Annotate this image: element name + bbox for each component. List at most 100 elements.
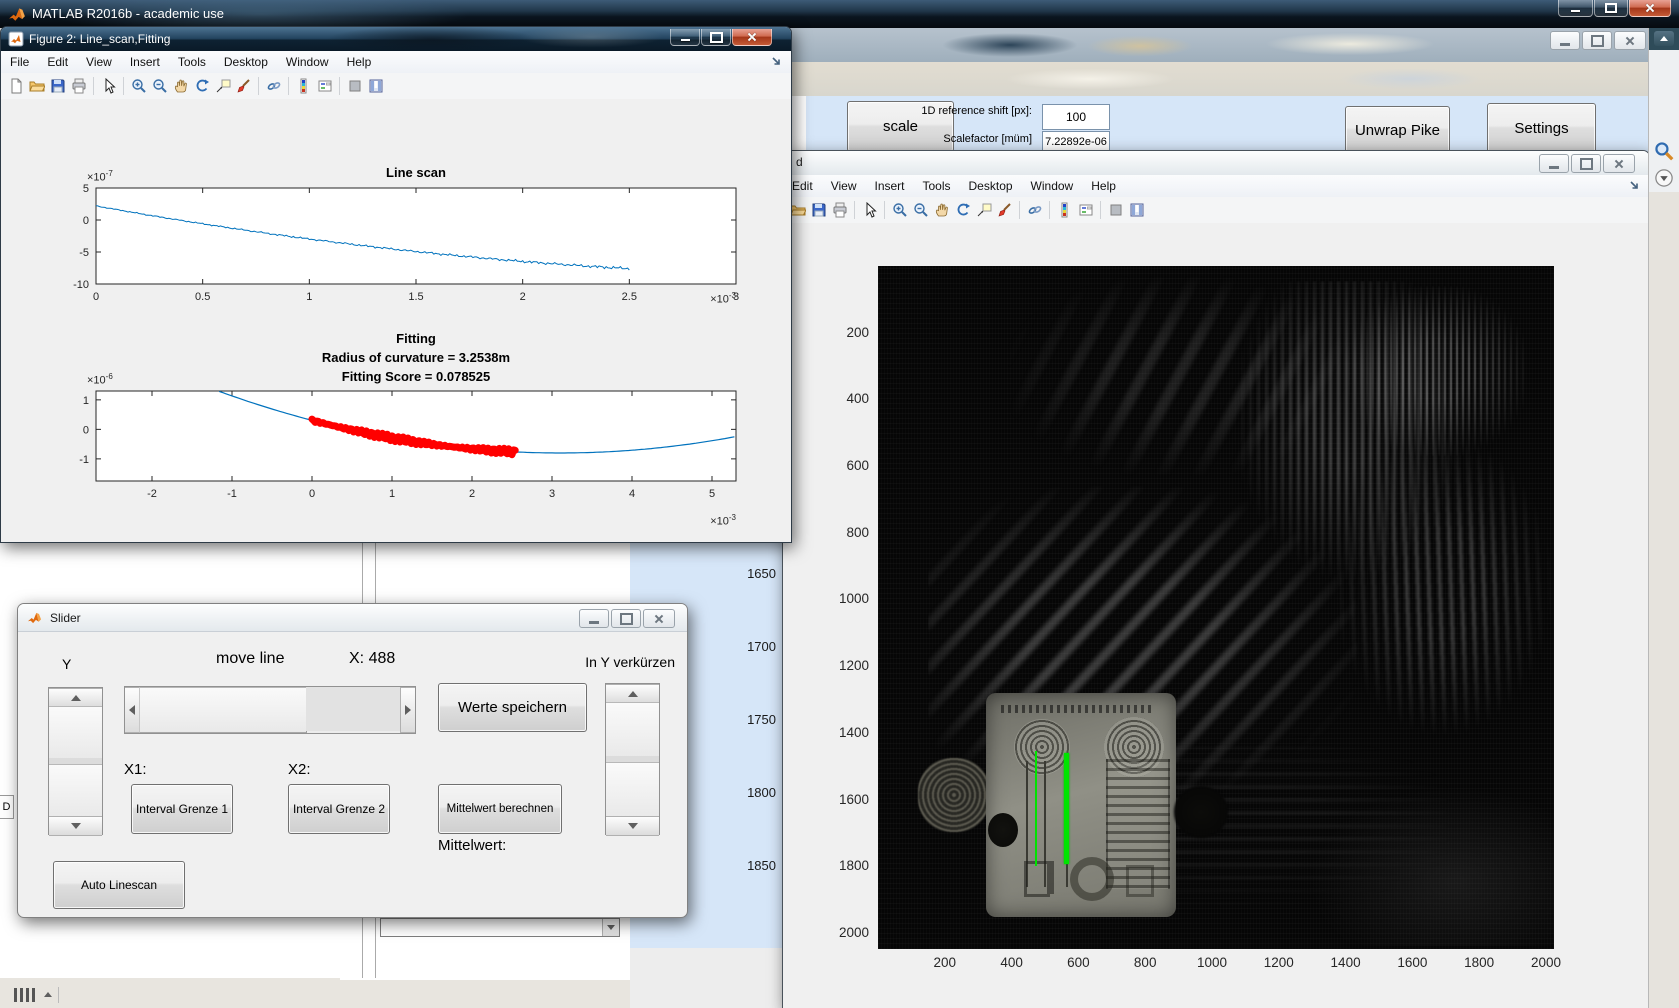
minimize-button[interactable] [1539,154,1569,173]
maximize-button[interactable] [611,609,641,628]
pointer-icon[interactable] [98,76,119,96]
save-icon[interactable] [808,200,829,220]
slider-down-button[interactable] [49,816,102,836]
menu-item-help[interactable]: Help [1082,175,1125,197]
search-icon[interactable] [1653,140,1675,162]
insert-colorbar-icon[interactable] [293,76,314,96]
zoom-in-icon[interactable] [889,200,910,220]
background-combobox[interactable] [380,918,620,937]
chip-mark [1126,865,1154,897]
dock-figure-icon[interactable] [1627,178,1643,194]
settings-button[interactable]: Settings [1487,103,1596,153]
menu-item-desktop[interactable]: Desktop [215,51,277,73]
menu-item-tools[interactable]: Tools [914,175,960,197]
menu-item-file[interactable]: File [1,51,38,73]
data-cursor-icon[interactable] [973,200,994,220]
minimize-button[interactable] [1550,31,1580,50]
maximize-button[interactable] [1582,31,1612,50]
show-plot-tools-icon[interactable] [365,76,386,96]
link-plots-icon[interactable] [263,76,284,96]
print-icon[interactable] [829,200,850,220]
slider-up-button[interactable] [606,684,659,704]
menu-item-desktop[interactable]: Desktop [960,175,1022,197]
slider-thumb[interactable] [606,702,659,758]
slider-up-button[interactable] [49,688,102,708]
collapse-panel-button[interactable] [1654,31,1674,46]
pointer-icon[interactable] [859,200,880,220]
figure2-menubar: File Edit View Insert Tools Desktop Window Help [1,51,791,74]
docked-panel-tab[interactable]: D [0,795,14,819]
slider-thumb[interactable] [139,687,307,733]
dock-figure-icon[interactable] [769,54,785,70]
auto-linescan-button[interactable]: Auto Linescan [53,861,185,909]
toolbar-separator [93,77,94,95]
slider-left-button[interactable] [125,687,140,733]
shorten-y-slider[interactable] [605,683,660,836]
insert-colorbar-icon[interactable] [1054,200,1075,220]
link-plots-icon[interactable] [1024,200,1045,220]
minimize-icon [1571,10,1580,12]
zoom-out-icon[interactable] [910,200,931,220]
close-button[interactable] [643,609,675,628]
hide-plot-tools-icon[interactable] [344,76,365,96]
menu-item-window[interactable]: Window [277,51,338,73]
minimized-window-widget[interactable] [14,987,84,1003]
rotate-3d-icon[interactable] [952,200,973,220]
maximize-button[interactable] [701,29,731,46]
slider-thumb[interactable] [49,764,102,818]
minimize-button[interactable] [579,609,609,628]
save-values-button[interactable]: Werte speichern [438,683,587,732]
chevron-circle-down-icon[interactable] [1654,168,1674,188]
slider-right-button[interactable] [400,687,415,733]
move-line-label: move line [216,650,285,667]
move-line-slider[interactable] [124,686,416,734]
maximize-button[interactable] [1571,154,1601,173]
zoom-in-icon[interactable] [128,76,149,96]
close-button[interactable] [732,29,772,46]
brush-icon[interactable] [233,76,254,96]
insert-legend-icon[interactable] [314,76,335,96]
show-plot-tools-icon[interactable] [1126,200,1147,220]
rotate-3d-icon[interactable] [191,76,212,96]
save-icon[interactable] [47,76,68,96]
close-icon [1614,159,1624,169]
mittelwert-berechnen-button[interactable]: Mittelwert berechnen [438,784,562,834]
interval-grenze1-button[interactable]: Interval Grenze 1 [131,784,233,834]
y-slider[interactable] [48,687,103,836]
open-folder-icon[interactable] [26,76,47,96]
zoom-out-icon[interactable] [149,76,170,96]
hide-plot-tools-icon[interactable] [1105,200,1126,220]
menu-item-tools[interactable]: Tools [169,51,215,73]
pan-hand-icon[interactable] [931,200,952,220]
interval-grenze2-button[interactable]: Interval Grenze 2 [288,784,390,834]
fringe-patch-right [1333,436,1553,736]
menu-item-edit[interactable]: Edit [38,51,77,73]
data-cursor-icon[interactable] [212,76,233,96]
combobox-dropdown-button[interactable] [602,919,619,936]
brush-icon[interactable] [994,200,1015,220]
menu-item-insert[interactable]: Insert [121,51,169,73]
close-button[interactable] [1629,0,1671,17]
pan-hand-icon[interactable] [170,76,191,96]
insert-legend-icon[interactable] [1075,200,1096,220]
menu-item-help[interactable]: Help [338,51,381,73]
unwrap-pike-button[interactable]: Unwrap Pike [1345,106,1450,154]
right-dock-strip [1648,28,1679,1008]
slider-track[interactable] [306,687,400,731]
menu-item-insert[interactable]: Insert [865,175,913,197]
slider-down-button[interactable] [606,816,659,836]
fitting-title-line2: Radius of curvature = 3.2538m [321,350,511,365]
new-document-icon[interactable] [5,76,26,96]
close-button[interactable] [1603,154,1635,173]
menu-item-view[interactable]: View [77,51,121,73]
slider-thumb[interactable] [606,762,659,818]
print-icon[interactable] [68,76,89,96]
minimize-button[interactable] [670,29,700,46]
ref-shift-input[interactable] [1042,104,1110,130]
slider-thumb[interactable] [49,706,102,760]
close-button[interactable] [1614,31,1646,50]
minimize-button[interactable] [1558,0,1593,17]
menu-item-view[interactable]: View [822,175,866,197]
menu-item-window[interactable]: Window [1022,175,1083,197]
restore-button[interactable] [1594,0,1628,17]
